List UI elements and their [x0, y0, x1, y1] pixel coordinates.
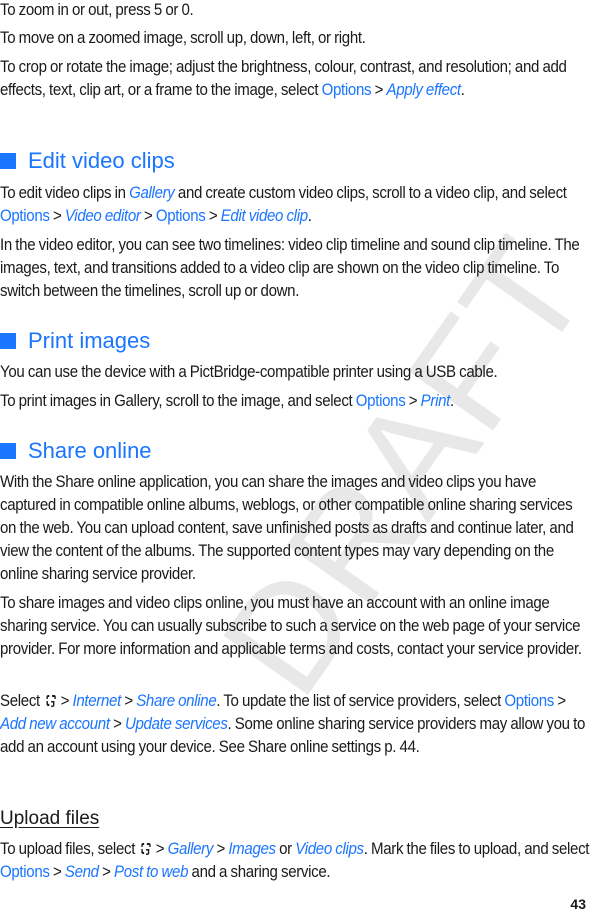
gallery-link[interactable]: Gallery — [129, 184, 175, 202]
heading-print-images: Print images — [0, 328, 150, 354]
text: To upload files, select — [0, 840, 139, 858]
separator: > — [205, 207, 221, 225]
gallery-link[interactable]: Gallery — [168, 840, 214, 858]
heading-text: Print images — [28, 328, 151, 353]
options-link[interactable]: Options — [322, 81, 372, 99]
send-link[interactable]: Send — [65, 863, 99, 881]
intro-zoom-text: To zoom in or out, press 5 or 0. — [0, 1, 194, 19]
apply-effect-link[interactable]: Apply effect — [386, 81, 461, 99]
text: or — [275, 840, 296, 858]
post-to-web-link[interactable]: Post to web — [114, 863, 188, 881]
separator: > — [152, 840, 168, 858]
menu-key-icon — [44, 692, 56, 707]
intro-crop-text: To crop or rotate the image; adjust the … — [0, 56, 590, 102]
heading-upload-files: Upload files — [0, 808, 100, 829]
heading-share-online: Share online — [0, 438, 152, 464]
edit-video-clip-link[interactable]: Edit video clip — [221, 207, 308, 225]
share-select-instructions: Select > Internet > Share online. To upd… — [0, 690, 590, 759]
options-link[interactable]: Options — [156, 207, 206, 225]
separator: > — [213, 840, 229, 858]
text: and a sharing service. — [188, 863, 331, 881]
upload-instructions: To upload files, select > Gallery > Imag… — [0, 838, 590, 884]
video-clips-link[interactable]: Video clips — [295, 840, 364, 858]
share-account-text: To share images and video clips online, … — [0, 594, 582, 658]
page-number: 43 — [570, 896, 586, 912]
heading-text: Share online — [28, 438, 152, 463]
images-link[interactable]: Images — [228, 840, 276, 858]
options-link[interactable]: Options — [356, 392, 406, 410]
section-bullet-icon — [0, 333, 16, 349]
update-services-link[interactable]: Update services — [125, 715, 228, 733]
section-bullet-icon — [0, 443, 16, 459]
separator: > — [140, 207, 156, 225]
text: To edit video clips in — [0, 184, 130, 202]
print-link[interactable]: Print — [421, 392, 451, 410]
separator: > — [405, 392, 421, 410]
options-link[interactable]: Options — [0, 863, 50, 881]
text: To print images in Gallery, scroll to th… — [0, 392, 356, 410]
text: . — [450, 392, 454, 410]
video-editor-link[interactable]: Video editor — [65, 207, 141, 225]
heading-text: Edit video clips — [28, 148, 175, 173]
section-bullet-icon — [0, 153, 16, 169]
timelines-text: In the video editor, you can see two tim… — [0, 236, 580, 300]
separator: > — [57, 692, 73, 710]
text: . Mark the files to upload, and select — [363, 840, 590, 858]
share-online-description: With the Share online application, you c… — [0, 473, 574, 583]
separator: > — [554, 692, 566, 710]
heading-edit-video-clips: Edit video clips — [0, 148, 175, 174]
pictbridge-text: You can use the device with a PictBridge… — [0, 363, 498, 381]
add-new-account-link[interactable]: Add new account — [0, 715, 110, 733]
options-link[interactable]: Options — [504, 692, 554, 710]
edit-video-instructions: To edit video clips in Gallery and creat… — [0, 182, 590, 228]
text: and create custom video clips, scroll to… — [174, 184, 567, 202]
separator: > — [49, 863, 65, 881]
intro-move-text: To move on a zoomed image, scroll up, do… — [0, 29, 366, 47]
share-online-link[interactable]: Share online — [136, 692, 216, 710]
text: . To update the list of service provider… — [216, 692, 505, 710]
separator: > — [109, 715, 125, 733]
separator: > — [120, 692, 137, 710]
print-instructions: To print images in Gallery, scroll to th… — [0, 390, 590, 413]
text: Select — [0, 692, 44, 710]
separator: > — [49, 207, 65, 225]
options-link[interactable]: Options — [0, 207, 50, 225]
text: . — [307, 207, 312, 225]
separator: > — [98, 863, 114, 881]
menu-key-icon — [139, 840, 151, 855]
text: To crop or rotate the image; adjust the … — [0, 58, 567, 99]
text: . — [460, 81, 465, 99]
separator: > — [371, 81, 387, 99]
internet-link[interactable]: Internet — [72, 692, 121, 710]
